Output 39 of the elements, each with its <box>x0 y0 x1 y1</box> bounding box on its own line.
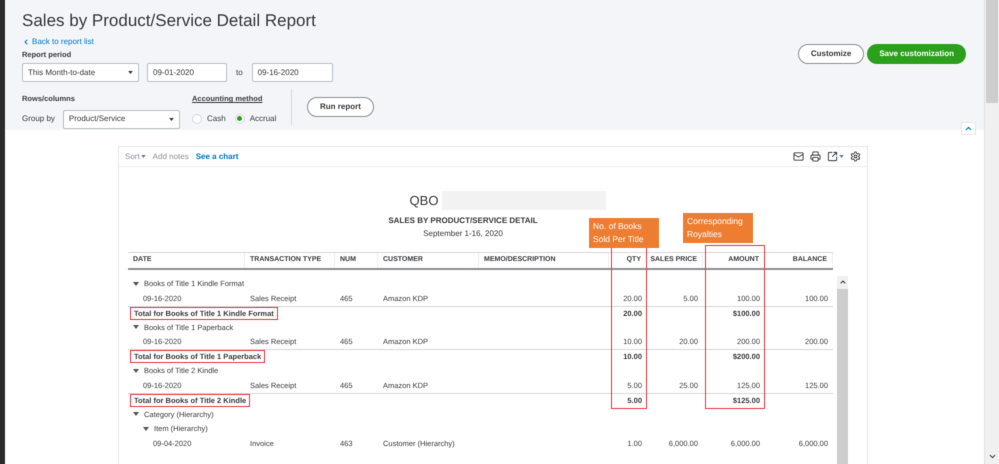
chevron-up-icon <box>964 124 973 133</box>
email-icon[interactable] <box>793 151 804 162</box>
company-name: QBO <box>410 192 438 210</box>
radio-option[interactable]: Cash <box>192 112 226 124</box>
run-report-button[interactable]: Run report <box>307 97 374 118</box>
period-dropdown[interactable]: This Month-to-date <box>22 63 139 82</box>
back-link[interactable]: Back to report list <box>22 36 374 48</box>
to-label: to <box>236 66 243 79</box>
caret-icon[interactable] <box>133 282 139 286</box>
collapse-button[interactable] <box>961 122 976 135</box>
print-icon[interactable] <box>810 151 821 162</box>
caret-icon[interactable] <box>839 155 844 158</box>
chevron-left-icon <box>22 38 30 46</box>
chevron-up-icon <box>838 278 846 286</box>
callout-note: Corresponding Royalties <box>683 212 753 242</box>
settings-icon[interactable] <box>850 151 861 162</box>
caret-icon <box>128 71 133 74</box>
chevron-down-icon <box>988 452 996 461</box>
group-by-dropdown[interactable]: Product/Service <box>62 110 180 128</box>
see-chart-link[interactable]: See a chart <box>196 150 238 162</box>
caret-icon[interactable] <box>133 412 139 416</box>
table-scrollbar[interactable] <box>837 276 848 464</box>
report-date-range: September 1-16, 2020 <box>423 228 503 240</box>
page-scrollbar[interactable] <box>984 0 999 464</box>
end-date-field[interactable]: 09-16-2020 <box>252 63 333 82</box>
group-by-label: Group by <box>22 113 55 125</box>
report-title: Sales by Product/Service Detail Report <box>22 10 317 32</box>
start-date-field[interactable]: 09-01-2020 <box>147 63 227 82</box>
caret-icon[interactable] <box>143 426 149 431</box>
radio-option[interactable]: Accrual <box>234 112 276 124</box>
caret-icon <box>168 118 174 120</box>
caret-icon[interactable] <box>133 368 139 373</box>
caret-icon[interactable] <box>133 325 139 330</box>
customize-button[interactable]: Customize <box>798 44 864 64</box>
caret-icon <box>140 155 146 158</box>
report-heading: SALES BY PRODUCT/SERVICE DETAIL <box>388 214 538 226</box>
callout-note: No. of Books Sold Per Title <box>589 218 659 248</box>
scrollbar-thumb[interactable] <box>986 0 998 103</box>
export-icon[interactable] <box>827 151 838 162</box>
